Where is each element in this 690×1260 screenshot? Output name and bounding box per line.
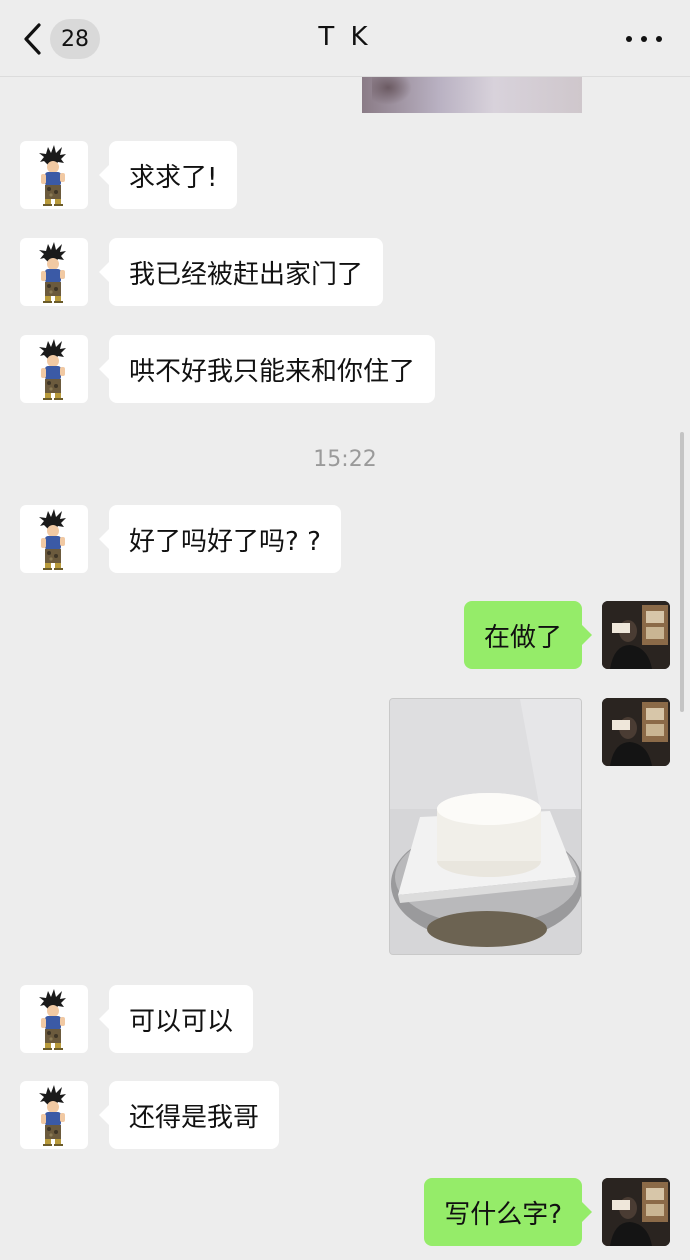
message-bubble[interactable]: 好了吗好了吗? ? bbox=[99, 505, 341, 573]
message-bubble[interactable]: 哄不好我只能来和你住了 bbox=[98, 335, 436, 403]
contact-avatar[interactable] bbox=[20, 505, 88, 573]
more-button[interactable] bbox=[626, 24, 662, 54]
message-bubble[interactable]: 我已经被赶出家门了 bbox=[98, 238, 384, 306]
self-avatar[interactable] bbox=[602, 698, 670, 766]
contact-avatar[interactable] bbox=[20, 141, 88, 209]
contact-avatar[interactable] bbox=[20, 1081, 88, 1149]
contact-avatar[interactable] bbox=[20, 238, 88, 306]
contact-avatar[interactable] bbox=[20, 985, 88, 1053]
ellipsis-icon bbox=[626, 36, 632, 42]
chat-header: 28 T K bbox=[0, 0, 690, 77]
message-bubble-self[interactable]: 在做了 bbox=[463, 601, 593, 669]
message-bubble[interactable]: 可以可以 bbox=[98, 985, 254, 1053]
scrollbar[interactable] bbox=[680, 432, 684, 712]
message-bubble[interactable]: 求求了! bbox=[98, 141, 238, 209]
message-bubble-self[interactable]: 写什么字? bbox=[424, 1178, 592, 1246]
self-avatar[interactable] bbox=[602, 601, 670, 669]
self-avatar[interactable] bbox=[602, 1178, 670, 1246]
chat-title: T K bbox=[318, 22, 372, 52]
cake-photo[interactable] bbox=[389, 698, 582, 955]
message-bubble[interactable]: 还得是我哥 bbox=[98, 1081, 280, 1149]
contact-avatar[interactable] bbox=[20, 335, 88, 403]
message-timestamp: 15:22 bbox=[313, 447, 377, 472]
